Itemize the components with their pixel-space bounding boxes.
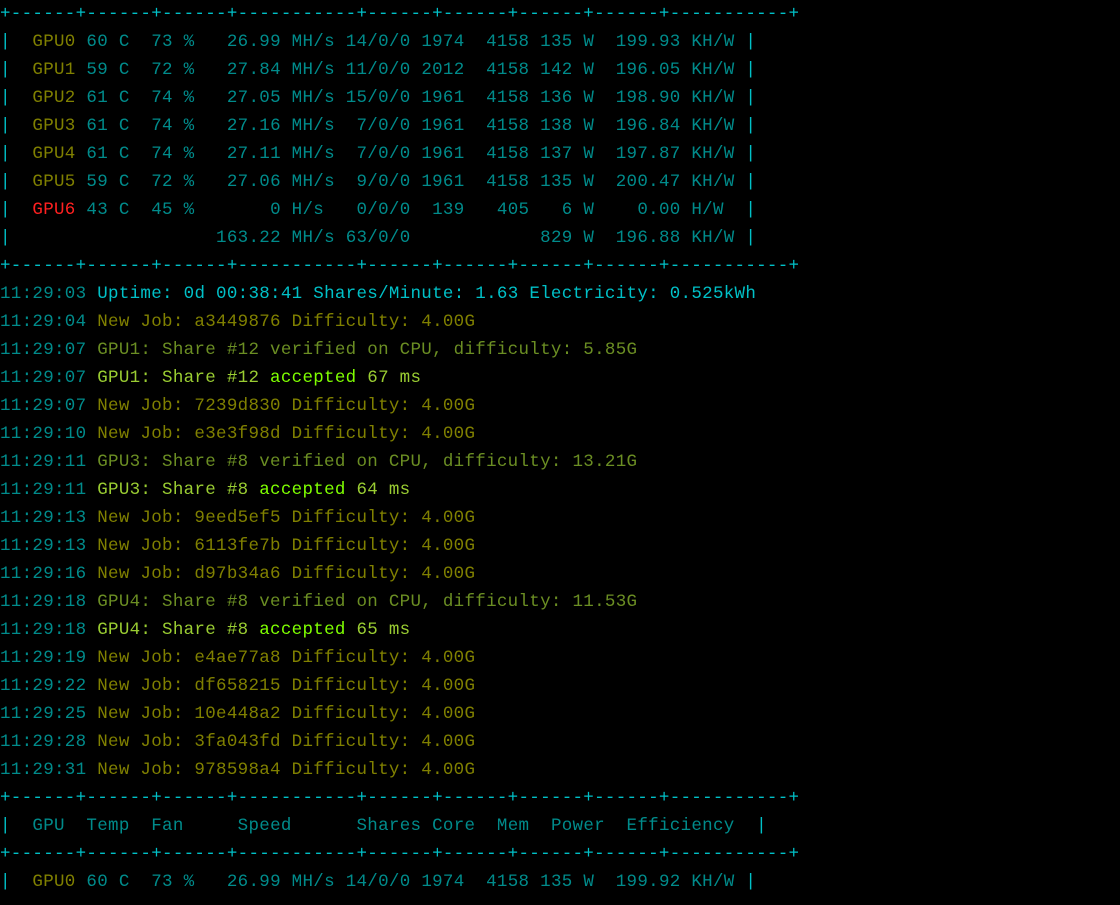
terminal-output: +------+------+------+-----------+------… (0, 0, 1120, 896)
